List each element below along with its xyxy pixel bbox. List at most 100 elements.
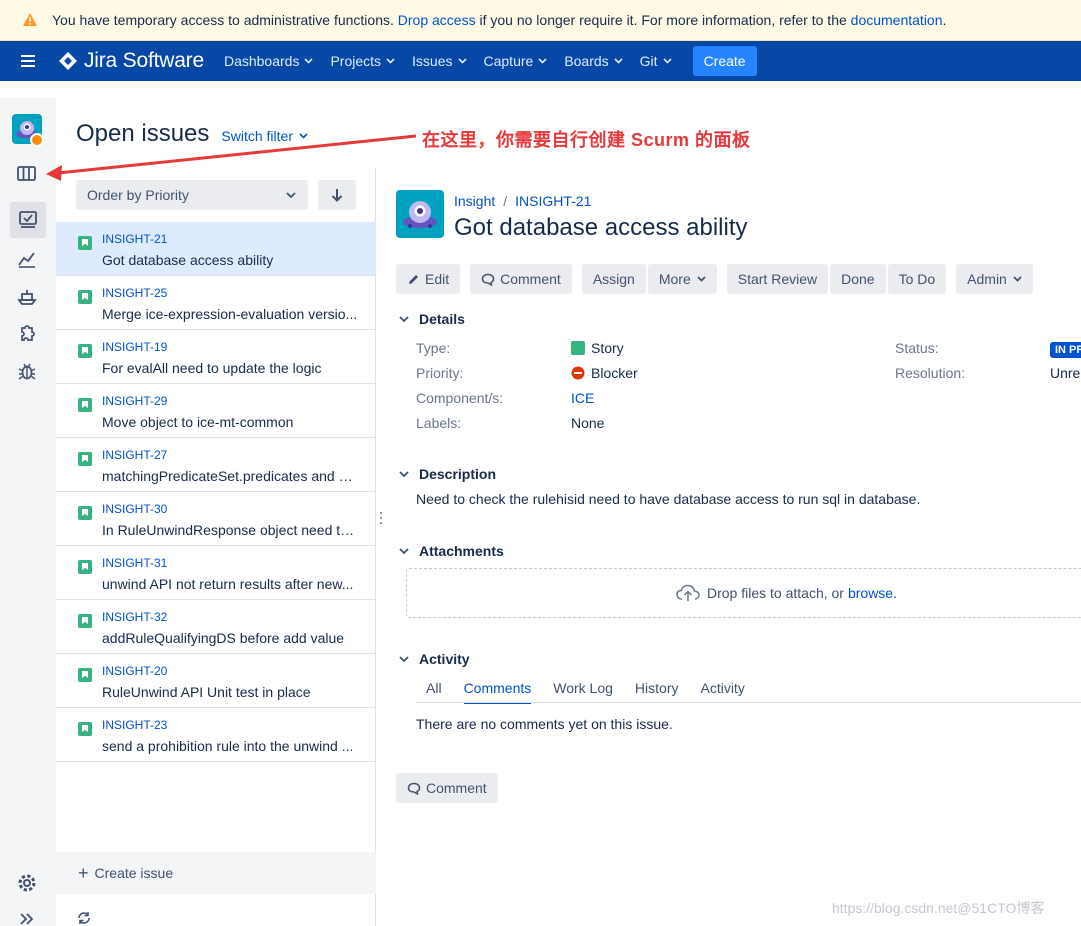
nav-boards-label: Boards: [564, 53, 609, 69]
nav-git[interactable]: Git: [640, 53, 672, 69]
priority-value: Blocker: [571, 365, 638, 381]
nav-dashboards[interactable]: Dashboards: [224, 53, 314, 69]
attachment-dropzone[interactable]: Drop files to attach, or browse.: [406, 568, 1081, 618]
breadcrumb-separator: /: [503, 193, 508, 209]
comment-icon: [407, 782, 421, 795]
board-icon[interactable]: [12, 159, 42, 189]
breadcrumb-project-link[interactable]: Insight: [454, 193, 495, 209]
issue-summary: addRuleQualifyingDS before add value: [102, 630, 345, 646]
create-issue-button[interactable]: + Create issue: [56, 852, 376, 894]
add-comment-button[interactable]: Comment: [396, 773, 498, 803]
tab-activity[interactable]: Activity: [700, 680, 744, 704]
chevron-down-icon: [538, 58, 547, 64]
sort-direction-button[interactable]: [318, 180, 356, 210]
order-by-select[interactable]: Order by Priority: [76, 180, 308, 210]
gear-glyph: [18, 874, 36, 892]
expand-sidebar-icon[interactable]: [12, 904, 42, 926]
arrow-down-icon: [331, 189, 343, 202]
refresh-icon[interactable]: [76, 910, 92, 926]
drop-access-link[interactable]: Drop access: [398, 12, 476, 28]
switch-filter-button[interactable]: Switch filter: [221, 128, 308, 144]
issue-list-item[interactable]: INSIGHT-27 matchingPredicateSet.predicate…: [56, 438, 376, 492]
breadcrumb-issue-link[interactable]: INSIGHT-21: [515, 193, 591, 209]
nav-git-label: Git: [639, 53, 658, 69]
story-icon: [78, 668, 92, 682]
status-badge: IN PR: [1050, 342, 1081, 358]
details-toggle[interactable]: Details: [396, 311, 465, 327]
settings-icon[interactable]: [12, 868, 42, 898]
issue-list-item[interactable]: INSIGHT-31 unwind API not return results …: [56, 546, 376, 600]
no-comments-text: There are no comments yet on this issue.: [416, 716, 673, 732]
banner-text-after: .: [942, 12, 947, 28]
issues-nav-icon[interactable]: [10, 202, 46, 238]
issue-list-item[interactable]: INSIGHT-20 RuleUnwind API Unit test in pl…: [56, 654, 376, 708]
menu-icon[interactable]: [21, 52, 35, 70]
issue-summary: Got database access ability: [102, 252, 274, 268]
done-button[interactable]: Done: [830, 264, 886, 294]
tab-comments[interactable]: Comments: [463, 680, 532, 704]
start-review-button[interactable]: Start Review: [726, 264, 829, 294]
jira-logo[interactable]: Jira Software: [58, 49, 204, 73]
issue-list-item[interactable]: INSIGHT-19 For evalAll need to update the…: [56, 330, 376, 384]
edit-label: Edit: [425, 271, 450, 287]
todo-button[interactable]: To Do: [887, 264, 947, 294]
create-button[interactable]: Create: [692, 46, 757, 76]
more-button[interactable]: More: [647, 264, 717, 294]
comment-label: Comment: [500, 271, 561, 287]
browse-link[interactable]: browse.: [848, 585, 897, 601]
releases-icon[interactable]: [12, 282, 42, 312]
tab-work-log[interactable]: Work Log: [553, 680, 613, 704]
issue-list-item[interactable]: INSIGHT-25 Merge ice-expression-evaluatio…: [56, 276, 376, 330]
issue-list-item[interactable]: INSIGHT-32 addRuleQualifyingDS before add…: [56, 600, 376, 654]
blocker-icon: [571, 366, 585, 380]
attachments-heading: Attachments: [419, 543, 504, 559]
admin-button[interactable]: Admin: [956, 264, 1033, 294]
assign-button[interactable]: Assign: [581, 264, 646, 294]
issue-list-item[interactable]: INSIGHT-30 In RuleUnwindResponse object n…: [56, 492, 376, 546]
nav-projects[interactable]: Projects: [330, 53, 395, 69]
description-text: Need to check the rulehisid need to have…: [416, 491, 921, 507]
panel-resize-handle-icon[interactable]: [379, 510, 383, 526]
chevron-down-icon: [399, 548, 409, 554]
edit-button[interactable]: Edit: [396, 264, 461, 294]
bug-glyph: [18, 363, 36, 380]
tab-all[interactable]: All: [426, 680, 442, 704]
cloud-upload-icon: [676, 584, 700, 601]
admin-label: Admin: [967, 271, 1007, 287]
issue-key: INSIGHT-30: [102, 502, 168, 516]
issue-key: INSIGHT-29: [102, 394, 168, 408]
activity-toggle[interactable]: Activity: [396, 651, 470, 667]
nav-capture-label: Capture: [483, 53, 534, 69]
drop-text: Drop files to attach, or: [707, 585, 844, 601]
type-text: Story: [591, 340, 624, 356]
comment-button[interactable]: Comment: [470, 264, 572, 294]
nav-issues-label: Issues: [412, 53, 453, 69]
issue-list-item[interactable]: INSIGHT-21 Got database access ability: [56, 222, 376, 276]
component-link[interactable]: ICE: [571, 390, 594, 406]
chevron-down-icon: [457, 58, 467, 64]
issue-list-item[interactable]: INSIGHT-23 send a prohibition rule into t…: [56, 708, 376, 762]
reports-icon[interactable]: [12, 244, 42, 274]
tab-divider: [416, 702, 1081, 703]
admin-access-banner: You have temporary access to administrat…: [0, 0, 1081, 41]
story-icon: [78, 236, 92, 250]
nav-dashboards-label: Dashboards: [223, 53, 300, 69]
description-toggle[interactable]: Description: [396, 466, 496, 482]
nav-capture[interactable]: Capture: [484, 53, 548, 69]
documentation-link[interactable]: documentation: [851, 12, 943, 28]
tab-history[interactable]: History: [635, 680, 679, 704]
issue-list-item[interactable]: INSIGHT-29 Move object to ice-mt-common: [56, 384, 376, 438]
chart-line-glyph: [18, 252, 35, 268]
issue-summary: In RuleUnwindResponse object need to ...: [102, 522, 360, 538]
addons-icon[interactable]: [12, 319, 42, 349]
nav-boards[interactable]: Boards: [564, 53, 623, 69]
issue-key: INSIGHT-25: [102, 286, 168, 300]
nav-issues[interactable]: Issues: [412, 53, 467, 69]
attachments-toggle[interactable]: Attachments: [396, 543, 504, 559]
issue-title: Got database access ability: [454, 214, 748, 241]
issue-key: INSIGHT-20: [102, 664, 168, 678]
chevron-down-icon: [662, 58, 672, 64]
issue-key: INSIGHT-19: [102, 340, 168, 354]
bug-icon[interactable]: [12, 356, 42, 386]
issue-summary: send a prohibition rule into the unwind …: [102, 738, 354, 754]
